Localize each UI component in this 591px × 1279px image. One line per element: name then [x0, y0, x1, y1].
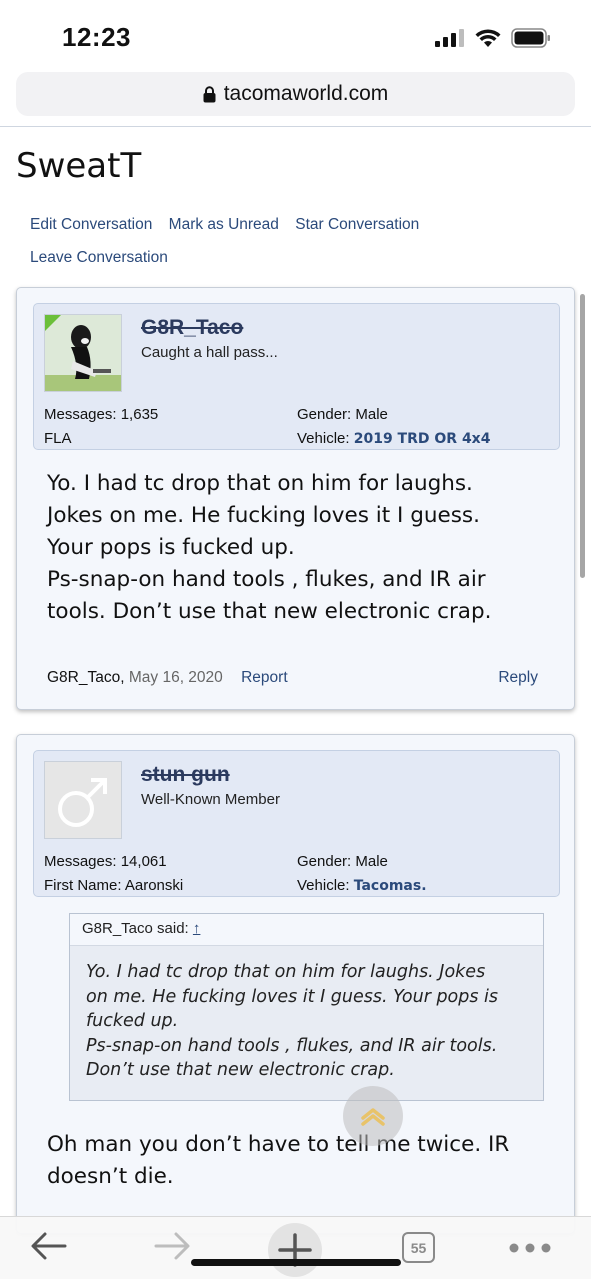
forward-arrow-icon: [154, 1232, 190, 1260]
quote-header: G8R_Taco said: ↑: [70, 914, 543, 946]
reply-link[interactable]: Reply: [498, 669, 538, 687]
url-text: tacomaworld.com: [223, 82, 389, 105]
lock-icon: [203, 85, 216, 102]
star-conversation-link[interactable]: Star Conversation: [295, 216, 419, 233]
jump-to-quote-icon[interactable]: ↑: [193, 920, 201, 937]
gender-value: Male: [355, 853, 388, 870]
gender: Gender: Male: [297, 406, 388, 423]
back-button[interactable]: [30, 1231, 68, 1266]
first-name: First Name: Aaronski: [44, 877, 183, 894]
conversation-actions: Edit Conversation Mark as Unread Star Co…: [30, 208, 490, 274]
more-button[interactable]: [508, 1241, 552, 1259]
username[interactable]: G8R_Taco: [141, 316, 243, 340]
more-icon: [509, 1243, 551, 1253]
first-name-value: Aaronski: [124, 877, 184, 894]
avatar[interactable]: [44, 761, 122, 839]
tabs-count: 55: [410, 1239, 427, 1256]
message-line: Oh man you don’t have to tell me twice. …: [47, 1132, 510, 1157]
message-body: Yo. I had tc drop that on him for laughs…: [47, 468, 547, 628]
vehicle-value[interactable]: 2019 TRD OR 4x4: [354, 431, 491, 447]
quote-line: Ps-snap-on hand tools , flukes, and IR a…: [86, 1035, 498, 1056]
mark-unread-link[interactable]: Mark as Unread: [169, 216, 279, 233]
online-indicator: [45, 315, 62, 332]
location: FLA: [44, 430, 72, 447]
vehicle: Vehicle: 2019 TRD OR 4x4: [297, 430, 490, 447]
user-title: Caught a hall pass...: [141, 344, 278, 361]
quote-block: G8R_Taco said: ↑ Yo. I had tc drop that …: [69, 913, 544, 1101]
plus-icon: [268, 1223, 322, 1277]
gender: Gender: Male: [297, 853, 388, 870]
vehicle: Vehicle: Tacomas.: [297, 877, 427, 894]
message-card: G8R_Taco Caught a hall pass... Messages:…: [16, 287, 575, 710]
browser-toolbar: [0, 1216, 591, 1279]
wifi-icon: [475, 28, 501, 47]
battery-icon: [511, 28, 550, 48]
report-link[interactable]: Report: [241, 669, 288, 686]
quote-line: Don’t use that new electronic crap.: [86, 1060, 395, 1080]
user-title: Well-Known Member: [141, 791, 280, 808]
messages-value: 14,061: [120, 853, 167, 870]
user-info-block: G8R_Taco Caught a hall pass... Messages:…: [33, 303, 560, 450]
quote-line: Yo. I had tc drop that on him for laughs…: [86, 962, 486, 982]
quote-line: fucked up.: [86, 1011, 179, 1031]
message-line: tools. Don’t use that new electronic cra…: [47, 599, 492, 624]
leave-conversation-link[interactable]: Leave Conversation: [30, 249, 168, 266]
avatar[interactable]: [44, 314, 122, 392]
vehicle-label: Vehicle:: [297, 430, 350, 447]
first-name-label: First Name:: [44, 877, 122, 894]
gender-value: Male: [355, 406, 388, 423]
user-info-block: stun gun Well-Known Member Messages: 14,…: [33, 750, 560, 897]
message-line: doesn’t die.: [47, 1164, 174, 1189]
vehicle-value[interactable]: Tacomas.: [354, 878, 427, 894]
new-tab-button[interactable]: [268, 1223, 322, 1279]
vehicle-label: Vehicle:: [297, 877, 350, 894]
messages-count: Messages: 1,635: [44, 406, 158, 423]
gender-label: Gender:: [297, 406, 352, 423]
quote-author: G8R_Taco said:: [82, 920, 189, 937]
gender-label: Gender:: [297, 853, 352, 870]
scroll-to-top-button[interactable]: [343, 1086, 403, 1146]
forward-button[interactable]: [153, 1231, 191, 1266]
conversation-title: SweatT: [16, 146, 142, 186]
messages-label: Messages:: [44, 853, 117, 870]
message-date: May 16, 2020: [128, 669, 223, 686]
message-body: Oh man you don’t have to tell me twice. …: [47, 1129, 547, 1193]
message-line: Your pops is fucked up.: [47, 535, 295, 560]
author-link[interactable]: G8R_Taco,: [47, 669, 125, 686]
messages-label: Messages:: [44, 406, 117, 423]
scrollbar[interactable]: [580, 294, 585, 578]
status-icons: [435, 28, 551, 48]
quote-body: Yo. I had tc drop that on him for laughs…: [70, 946, 543, 1099]
status-bar: 12:23: [0, 0, 591, 70]
message-line: Yo. I had tc drop that on him for laughs…: [47, 471, 473, 496]
message-line: Jokes on me. He fucking loves it I guess…: [47, 503, 480, 528]
chevron-up-icon: [361, 1108, 385, 1126]
male-symbol-icon: [58, 778, 107, 827]
edit-conversation-link[interactable]: Edit Conversation: [30, 216, 152, 233]
message-line: Ps-snap-on hand tools , flukes, and IR a…: [47, 567, 486, 592]
message-meta: G8R_Taco, May 16, 2020 Report: [47, 669, 288, 687]
header-divider: [0, 126, 591, 127]
address-bar[interactable]: tacomaworld.com: [16, 72, 575, 116]
username[interactable]: stun gun: [141, 763, 230, 787]
tabs-button[interactable]: 55: [402, 1232, 435, 1263]
status-time: 12:23: [62, 22, 131, 52]
messages-count: Messages: 14,061: [44, 853, 167, 870]
messages-value: 1,635: [120, 406, 159, 423]
quote-line: on me. He fucking loves it I guess. Your…: [86, 986, 499, 1007]
home-indicator: [191, 1259, 401, 1266]
back-arrow-icon: [31, 1232, 67, 1260]
cellular-signal-icon: [435, 29, 464, 47]
message-card: stun gun Well-Known Member Messages: 14,…: [16, 734, 575, 1234]
